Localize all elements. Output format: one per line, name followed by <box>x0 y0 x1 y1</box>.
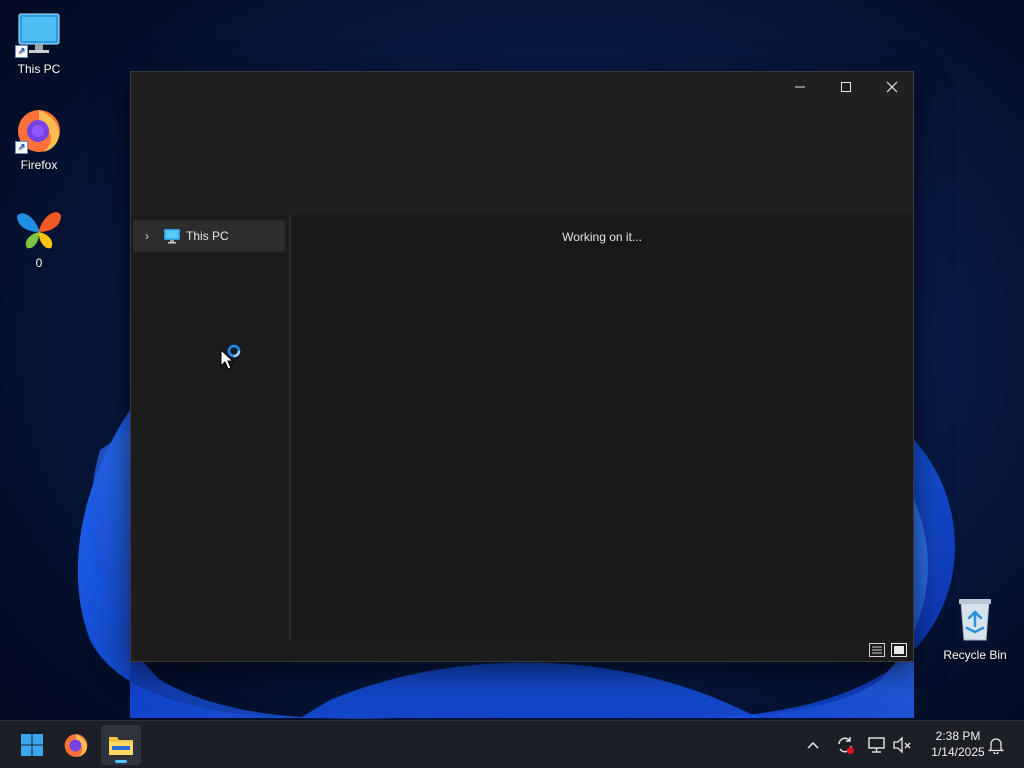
minimize-icon <box>795 86 805 88</box>
desktop-icon-recycle-bin[interactable]: Recycle Bin <box>936 596 1014 662</box>
butterfly-icon <box>15 204 63 252</box>
close-icon <box>886 81 898 93</box>
chevron-up-icon <box>807 741 819 749</box>
minimize-button[interactable] <box>777 72 823 102</box>
bell-icon <box>987 738 1005 754</box>
details-view-icon <box>869 643 885 657</box>
firefox-icon: ↗ <box>15 106 63 154</box>
sync-icon <box>838 737 854 754</box>
status-bar <box>131 640 913 661</box>
desktop-icon-label: Firefox <box>20 158 58 172</box>
tray-sync-button[interactable] <box>833 733 857 757</box>
large-icons-view-icon <box>891 643 907 657</box>
active-app-indicator <box>115 760 127 763</box>
desktop-icon-firefox[interactable]: ↗ Firefox <box>0 106 78 172</box>
desktop-icon-this-pc[interactable]: ↗ This PC <box>0 10 78 76</box>
close-button[interactable] <box>869 72 915 102</box>
shortcut-arrow-icon: ↗ <box>15 45 28 58</box>
monitor-icon <box>164 229 180 244</box>
network-icon <box>868 737 885 753</box>
shortcut-arrow-icon: ↗ <box>15 141 28 154</box>
taskbar: 2:38 PM 1/14/2025 <box>0 720 1024 768</box>
desktop-icon-label: Recycle Bin <box>943 648 1007 662</box>
chevron-right-icon[interactable]: › <box>135 229 159 243</box>
desktop-icon-label: 0 <box>35 256 43 270</box>
windows-logo-icon <box>21 734 43 756</box>
file-explorer-window: › This PC Working on it... <box>130 71 914 662</box>
recycle-bin-icon <box>951 596 999 644</box>
loading-status-text: Working on it... <box>562 230 642 244</box>
maximize-button[interactable] <box>823 72 869 102</box>
navigation-pane[interactable]: › This PC <box>131 215 289 642</box>
notifications-button[interactable] <box>984 733 1008 757</box>
start-button[interactable] <box>12 725 52 765</box>
folder-icon <box>109 737 133 755</box>
nav-item-this-pc[interactable]: › This PC <box>133 220 285 252</box>
volume-muted-icon <box>893 736 911 754</box>
busy-cursor-icon <box>220 344 241 370</box>
desktop-icon-msn[interactable]: 0 <box>0 204 78 270</box>
title-bar[interactable] <box>131 72 913 215</box>
tray-volume-button[interactable] <box>890 733 914 757</box>
taskbar-firefox-button[interactable] <box>56 725 96 765</box>
taskbar-file-explorer-button[interactable] <box>101 725 141 765</box>
firefox-icon <box>64 734 88 757</box>
tray-network-button[interactable] <box>865 733 889 757</box>
large-icons-view-button[interactable] <box>890 642 908 658</box>
details-view-button[interactable] <box>868 642 886 658</box>
maximize-icon <box>841 82 851 92</box>
tray-overflow-button[interactable] <box>801 733 825 757</box>
nav-item-label: This PC <box>186 229 229 243</box>
content-pane[interactable]: Working on it... <box>291 215 913 642</box>
monitor-icon: ↗ <box>15 10 63 58</box>
desktop-icon-label: This PC <box>17 62 61 76</box>
